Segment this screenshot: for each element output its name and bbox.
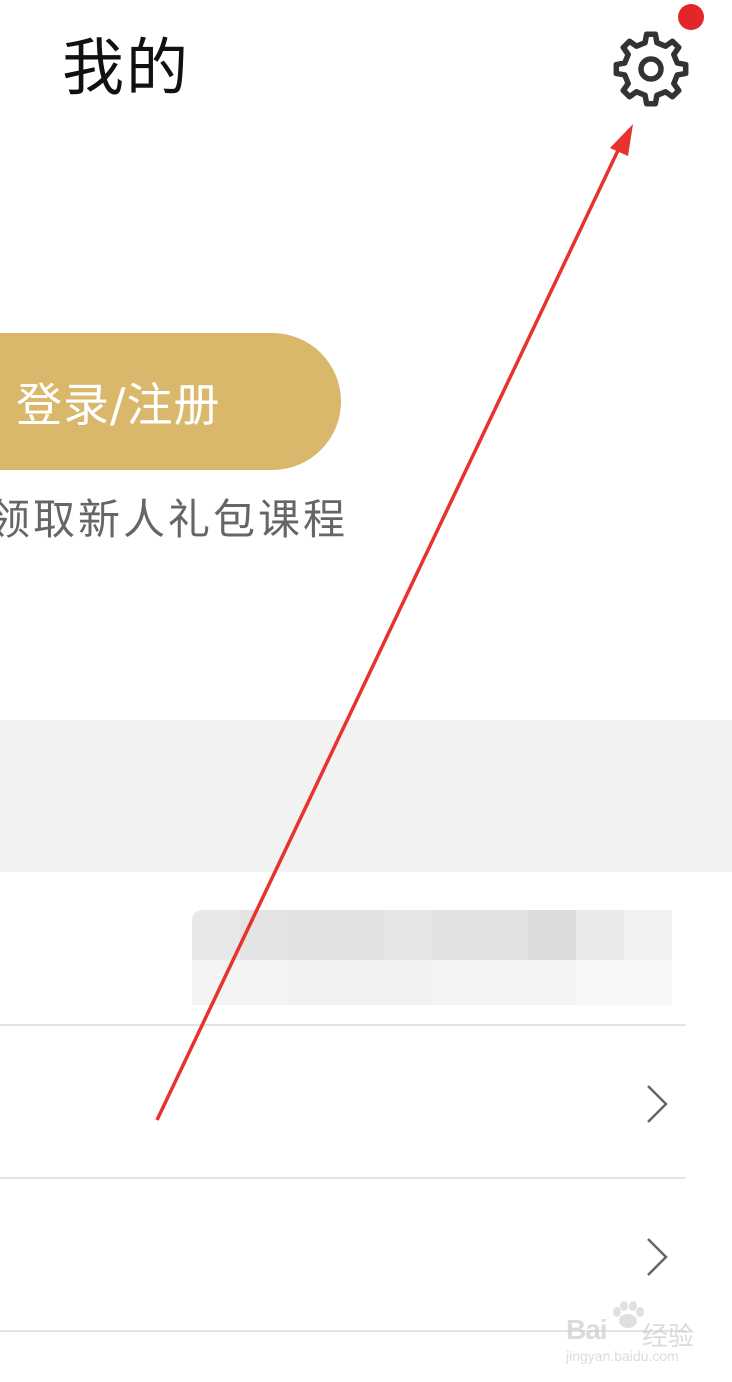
login-register-label: 登录/注册 [16, 377, 221, 432]
chevron-right-icon [647, 1238, 668, 1276]
page-title: 我的 [62, 31, 191, 104]
new-user-gift-text: 领取新人礼包课程 [0, 495, 349, 544]
watermark-url: jingyan.baidu.com [566, 1348, 679, 1364]
baidu-jingyan-watermark: Bai 经验 jingyan.baidu.com [566, 1300, 726, 1370]
section-band [0, 720, 732, 872]
watermark-logo: Bai [566, 1314, 608, 1345]
profile-page: 我的 登录/注册 领取新人礼包课程 Bai 经验 jingyan.baidu.c… [0, 0, 732, 1382]
paw-icon [613, 1301, 644, 1328]
login-register-button[interactable]: 登录/注册 [0, 333, 341, 470]
settings-button[interactable] [610, 28, 692, 110]
list-item[interactable] [0, 1026, 732, 1176]
chevron-right-icon [647, 1085, 668, 1123]
gear-icon [613, 31, 689, 107]
notification-dot [678, 4, 704, 30]
blurred-content [192, 910, 722, 1015]
